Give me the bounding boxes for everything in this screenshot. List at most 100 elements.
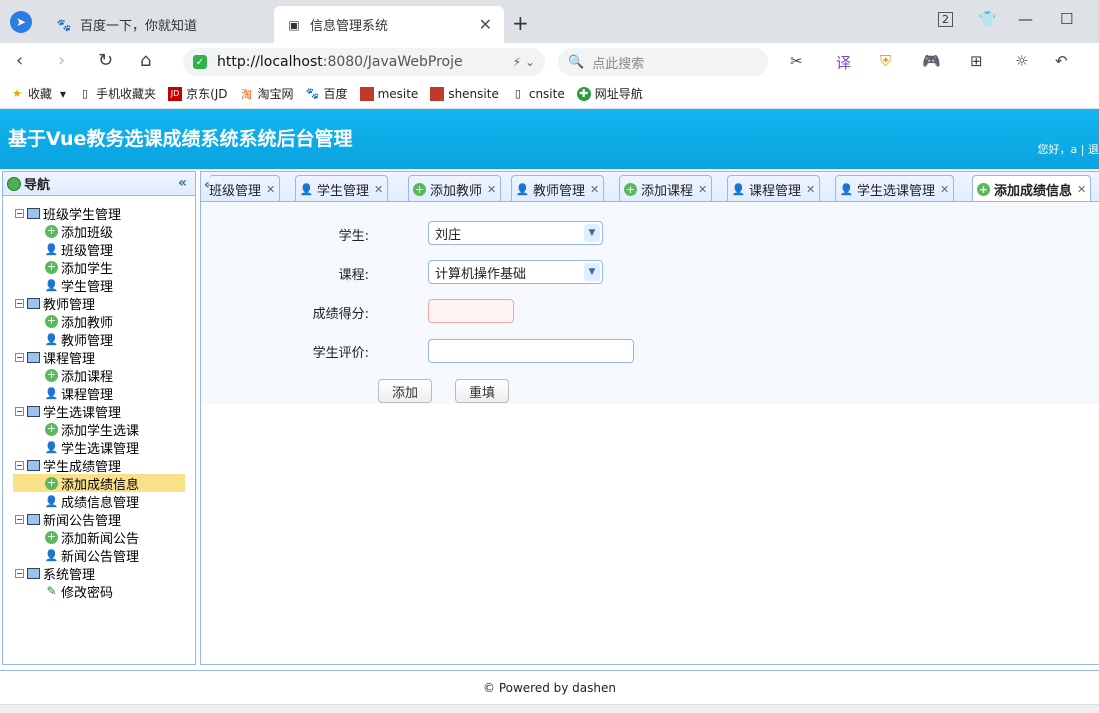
score-input[interactable]: [428, 299, 514, 323]
bookmark-item[interactable]: 淘淘宝网: [240, 85, 294, 102]
user-greeting[interactable]: 您好，a | 退: [1038, 141, 1099, 157]
tab-counter[interactable]: 2: [938, 12, 953, 27]
site-icon: [430, 86, 445, 101]
tree-toggle-icon[interactable]: −: [15, 208, 24, 218]
sidebar-group[interactable]: − 教师管理: [3, 294, 195, 313]
search-input[interactable]: 🔍 点此搜索: [558, 48, 768, 76]
close-icon[interactable]: ✕: [266, 183, 275, 196]
sidebar-item[interactable]: + 添加学生: [3, 258, 195, 277]
grid-icon[interactable]: ⊞: [970, 52, 983, 70]
sidebar-item[interactable]: 👤 课程管理: [3, 384, 195, 403]
close-icon[interactable]: ✕: [806, 183, 815, 196]
sidebar-item[interactable]: + 添加新闻公告: [3, 528, 195, 547]
sidebar-item[interactable]: ✎ 修改密码: [3, 582, 195, 601]
tree-toggle-icon[interactable]: −: [15, 406, 24, 416]
reset-button[interactable]: 重填: [455, 379, 509, 403]
url-bar[interactable]: ✓ http://localhost:8080/JavaWebProje ⚡ ⌄: [183, 48, 545, 76]
tab-6[interactable]: 👤 学生选课管理 ✕: [835, 175, 955, 201]
sidebar-group[interactable]: − 课程管理: [3, 348, 195, 367]
tab-3[interactable]: 👤 教师管理 ✕: [511, 175, 605, 201]
sidebar-item[interactable]: 👤 教师管理: [3, 330, 195, 349]
browser-menu-icon[interactable]: ➤: [10, 11, 32, 33]
chevron-down-icon[interactable]: ▼: [584, 224, 600, 242]
close-icon[interactable]: ✕: [487, 183, 496, 196]
bookmark-item[interactable]: JD 京东(JD: [168, 85, 228, 102]
tree-toggle-icon[interactable]: −: [15, 298, 24, 308]
bookmark-item[interactable]: ▯ 手机收藏夹: [78, 85, 156, 102]
tree-toggle-icon[interactable]: −: [15, 514, 24, 524]
scissors-icon[interactable]: ✂: [790, 52, 803, 70]
game-icon[interactable]: 🎮: [922, 52, 941, 70]
tab-label: 学生选课管理: [857, 183, 936, 199]
chevron-down-icon[interactable]: ▼: [584, 263, 600, 281]
sidebar-item[interactable]: + 添加课程: [3, 366, 195, 385]
minimize-icon[interactable]: —: [1018, 10, 1033, 28]
translate-icon[interactable]: 译: [836, 52, 851, 73]
shirt-icon[interactable]: 👕: [978, 10, 997, 28]
browser-tab-info-system[interactable]: ▣ 信息管理系统 ✕: [274, 6, 504, 43]
url-tools-icon[interactable]: ⚡ ⌄: [513, 55, 535, 69]
add-button[interactable]: 添加: [378, 379, 432, 403]
collapse-icon[interactable]: «: [178, 175, 187, 191]
app-title: 基于Vue教务选课成绩系统系统后台管理: [8, 128, 353, 150]
undo-icon[interactable]: ↶: [1055, 52, 1068, 70]
bookmark-item[interactable]: ▯ cnsite: [511, 87, 565, 101]
course-select[interactable]: 计算机操作基础 ▼: [428, 260, 603, 284]
sidebar-item[interactable]: 👤 学生选课管理: [3, 438, 195, 457]
close-icon[interactable]: ✕: [590, 183, 599, 196]
bookmark-label: 网址导航: [594, 87, 643, 101]
sidebar-item[interactable]: + 添加教师: [3, 312, 195, 331]
back-icon[interactable]: ‹: [16, 50, 23, 71]
sidebar-item[interactable]: 👤 新闻公告管理: [3, 546, 195, 565]
home-icon[interactable]: ⌂: [140, 50, 151, 71]
sidebar-group[interactable]: − 学生选课管理: [3, 402, 195, 421]
sidebar-item[interactable]: + 添加班级: [3, 222, 195, 241]
student-select[interactable]: 刘庄 ▼: [428, 221, 603, 245]
tab-0[interactable]: 班级管理 ✕: [209, 175, 281, 201]
user-icon: 👤: [44, 440, 59, 454]
bookmark-item[interactable]: ✚ 网址导航: [576, 85, 643, 102]
tab-2[interactable]: + 添加教师 ✕: [408, 175, 502, 201]
close-icon[interactable]: ✕: [479, 15, 492, 34]
add-circle-icon: +: [45, 223, 58, 238]
bookmark-item[interactable]: shensite: [430, 86, 499, 101]
badge-icon[interactable]: ⛨: [880, 52, 891, 70]
close-icon[interactable]: ✕: [374, 183, 383, 196]
tab-5[interactable]: 👤 课程管理 ✕: [727, 175, 821, 201]
sidebar-item[interactable]: 👤 学生管理: [3, 276, 195, 295]
bookmark-item[interactable]: 🐾 百度: [306, 85, 348, 102]
close-icon[interactable]: ✕: [698, 183, 707, 196]
tab-label: 课程管理: [749, 183, 802, 199]
tree-toggle-icon[interactable]: −: [15, 460, 24, 470]
brightness-icon[interactable]: ☼: [1015, 52, 1028, 70]
address-row: ‹ › ↻ ⌂ ✓ http://localhost:8080/JavaWebP…: [0, 43, 1099, 79]
tree-toggle-icon[interactable]: −: [15, 352, 24, 362]
app-header: 基于Vue教务选课成绩系统系统后台管理 您好，a | 退: [0, 109, 1099, 169]
browser-tab-baidu[interactable]: 🐾 百度一下，你就知道: [44, 6, 272, 43]
close-icon[interactable]: ✕: [1077, 183, 1086, 196]
maximize-icon[interactable]: ☐: [1060, 10, 1073, 28]
sidebar-group[interactable]: − 系统管理: [3, 564, 195, 583]
sidebar-group[interactable]: − 学生成绩管理: [3, 456, 195, 475]
tab-7[interactable]: + 添加成绩信息 ✕: [972, 175, 1092, 201]
forward-icon[interactable]: ›: [58, 50, 65, 71]
browser-tab-title: 百度一下，你就知道: [80, 19, 198, 34]
sidebar-group[interactable]: − 班级学生管理: [3, 204, 195, 223]
bookmark-label: cnsite: [528, 86, 565, 101]
sidebar-item[interactable]: 👤 成绩信息管理: [3, 492, 195, 511]
tab-4[interactable]: + 添加课程 ✕: [619, 175, 713, 201]
reload-icon[interactable]: ↻: [98, 50, 113, 71]
sidebar-item[interactable]: + 添加学生选课: [3, 420, 195, 439]
comment-input[interactable]: [428, 339, 634, 363]
student-select-value: 刘庄: [435, 227, 462, 243]
bookmark-item[interactable]: mesite: [359, 86, 418, 101]
tree-toggle-icon[interactable]: −: [15, 568, 24, 578]
bookmark-item[interactable]: ★ 收藏 ▾: [10, 85, 66, 102]
tab-1[interactable]: 👤 学生管理 ✕: [295, 175, 389, 201]
new-tab-button[interactable]: +: [512, 11, 529, 35]
phone-icon: ▯: [82, 87, 89, 100]
sidebar-item[interactable]: + 添加成绩信息: [13, 474, 185, 493]
close-icon[interactable]: ✕: [940, 183, 949, 196]
sidebar-group[interactable]: − 新闻公告管理: [3, 510, 195, 529]
sidebar-item[interactable]: 👤 班级管理: [3, 240, 195, 259]
